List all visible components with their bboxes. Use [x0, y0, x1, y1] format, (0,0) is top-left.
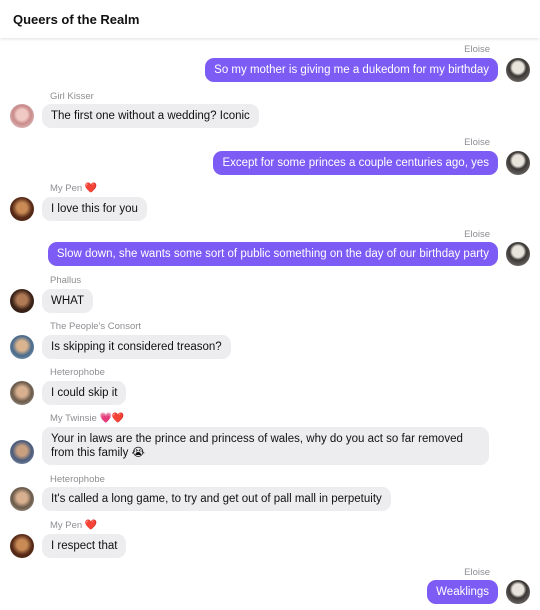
- avatar[interactable]: [10, 440, 34, 464]
- message-bubble[interactable]: The first one without a wedding? Iconic: [42, 104, 259, 128]
- sender-name: Eloise: [464, 229, 490, 240]
- sender-label: My Pen: [50, 183, 83, 194]
- sender-label: My Pen: [50, 520, 83, 531]
- avatar[interactable]: [10, 104, 34, 128]
- sender-name: My Twinsie 💗❤️: [50, 413, 124, 424]
- chat-header: Queers of the Realm: [0, 0, 540, 38]
- message-bubble[interactable]: It's called a long game, to try and get …: [42, 487, 391, 511]
- avatar[interactable]: [506, 151, 530, 175]
- sender-name: My Pen ❤️: [50, 520, 97, 531]
- heart-icon: ❤️: [84, 520, 98, 531]
- avatar[interactable]: [10, 487, 34, 511]
- avatar[interactable]: [506, 58, 530, 82]
- message-bubble[interactable]: I respect that: [42, 534, 127, 558]
- sender-name: Girl Kisser: [50, 91, 94, 102]
- sender-name: Eloise: [464, 137, 490, 148]
- message-bubble[interactable]: Is skipping it considered treason?: [42, 335, 231, 359]
- message-bubble[interactable]: I could skip it: [42, 381, 127, 405]
- message-bubble[interactable]: Except for some princes a couple centuri…: [213, 151, 498, 175]
- message-bubble[interactable]: WHAT: [42, 289, 94, 313]
- avatar[interactable]: [506, 242, 530, 266]
- avatar[interactable]: [10, 197, 34, 221]
- sender-name: Eloise: [464, 567, 490, 578]
- sender-name: The People's Consort: [50, 321, 142, 332]
- message-bubble[interactable]: So my mother is giving me a dukedom for …: [205, 58, 498, 82]
- avatar[interactable]: [10, 335, 34, 359]
- avatar[interactable]: [10, 381, 34, 405]
- sender-name: Phallus: [50, 275, 82, 286]
- message-bubble[interactable]: Slow down, she wants some sort of public…: [47, 242, 498, 266]
- heart-icon: 💗❤️: [99, 413, 125, 424]
- avatar[interactable]: [10, 289, 34, 313]
- heart-icon: ❤️: [84, 183, 98, 194]
- message-bubble[interactable]: Your in laws are the prince and princess…: [42, 427, 489, 465]
- message-bubble[interactable]: I love this for you: [42, 197, 147, 221]
- message-bubble[interactable]: Weaklings: [427, 580, 498, 604]
- sender-name: My Pen ❤️: [50, 183, 97, 194]
- sender-name: Eloise: [464, 44, 490, 55]
- sender-label: My Twinsie: [50, 413, 97, 424]
- avatar[interactable]: [10, 534, 34, 558]
- chat-title: Queers of the Realm: [13, 12, 140, 27]
- sender-name: Heterophobe: [50, 474, 105, 485]
- sender-name: Heterophobe: [50, 367, 105, 378]
- avatar[interactable]: [506, 580, 530, 604]
